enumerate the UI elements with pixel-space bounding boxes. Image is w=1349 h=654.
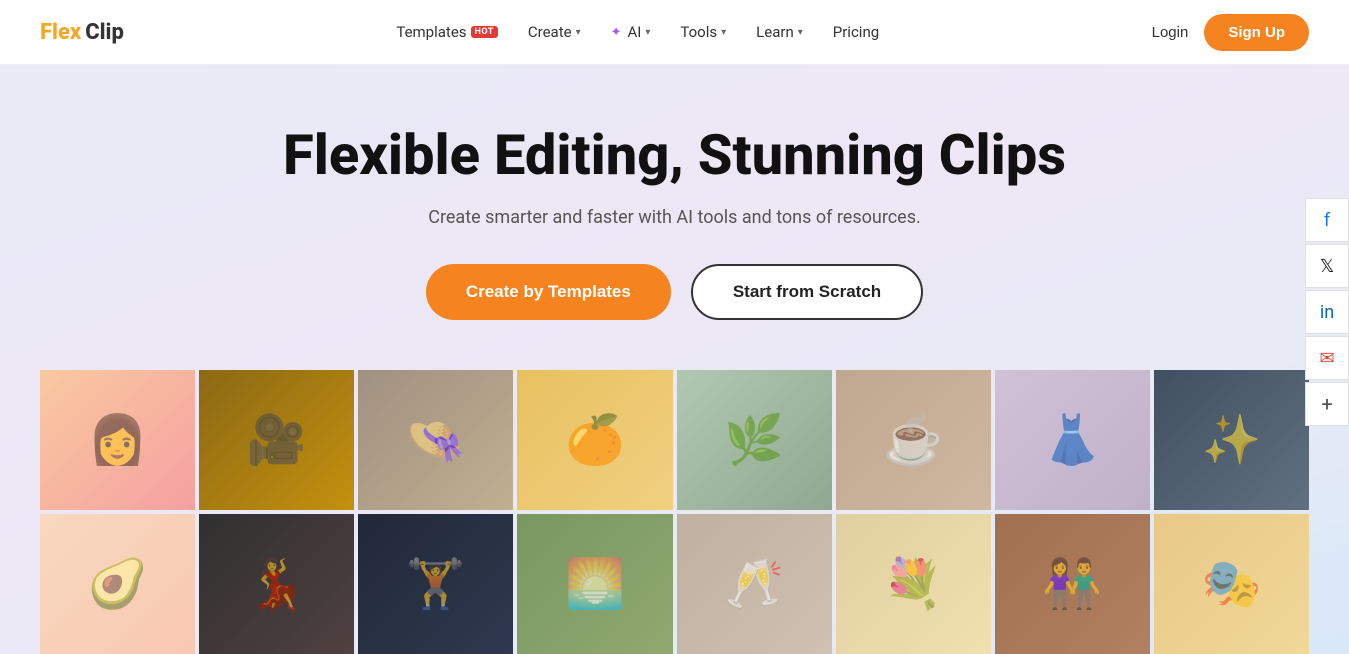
video-cell: 🥑 bbox=[40, 514, 195, 654]
video-thumbnail: 👗 bbox=[995, 370, 1150, 510]
video-thumbnail: ✨ bbox=[1154, 370, 1309, 510]
twitter-share-button[interactable]: 𝕏 bbox=[1305, 244, 1349, 288]
nav-tools[interactable]: Tools ▾ bbox=[680, 23, 726, 41]
video-thumbnail: 🥑 bbox=[40, 514, 195, 654]
video-cell: 🌿 bbox=[677, 370, 832, 510]
logo[interactable]: FlexClip bbox=[40, 20, 124, 45]
video-cell: 🥂 bbox=[677, 514, 832, 654]
ai-star-icon: ✦ bbox=[611, 25, 622, 40]
video-thumbnail: 🎥 bbox=[199, 370, 354, 510]
video-cell: 💃 bbox=[199, 514, 354, 654]
email-share-button[interactable]: ✉ bbox=[1305, 336, 1349, 380]
video-thumbnail: 🍊 bbox=[517, 370, 672, 510]
video-cell: 👩 bbox=[40, 370, 195, 510]
navbar: FlexClip Templates HOT Create ▾ ✦ AI ▾ T… bbox=[0, 0, 1349, 65]
plus-icon: + bbox=[1321, 392, 1332, 416]
video-thumbnail: 🏋️ bbox=[358, 514, 513, 654]
video-thumbnail: 🥂 bbox=[677, 514, 832, 654]
video-thumbnail: 👒 bbox=[358, 370, 513, 510]
logo-clip: Clip bbox=[85, 20, 124, 45]
nav-ai[interactable]: ✦ AI ▾ bbox=[611, 23, 651, 41]
hero-title: Flexible Editing, Stunning Clips bbox=[225, 125, 1125, 187]
video-cell: 👫 bbox=[995, 514, 1150, 654]
social-sidebar: f 𝕏 in ✉ + bbox=[1305, 198, 1349, 426]
video-thumbnail: 🎭 bbox=[1154, 514, 1309, 654]
facebook-share-button[interactable]: f bbox=[1305, 198, 1349, 242]
email-icon: ✉ bbox=[1319, 348, 1334, 369]
hero-section: Flexible Editing, Stunning Clips Create … bbox=[0, 65, 1349, 654]
nav-tools-label: Tools bbox=[680, 23, 717, 41]
nav-learn[interactable]: Learn ▾ bbox=[756, 23, 803, 41]
video-cell: 🎥 bbox=[199, 370, 354, 510]
nav-ai-label: AI bbox=[628, 23, 642, 41]
nav-create[interactable]: Create ▾ bbox=[528, 23, 581, 41]
logo-flex: Flex bbox=[40, 20, 81, 45]
nav-learn-label: Learn bbox=[756, 23, 794, 41]
video-grid-wrapper: 👩 🎥 👒 🍊 🌿 ☕ 👗 ✨ 🥑 💃 🏋️ 🌅 🥂 💐 👫 🎭 bbox=[40, 370, 1309, 654]
linkedin-share-button[interactable]: in bbox=[1305, 290, 1349, 334]
video-cell: 🌅 bbox=[517, 514, 672, 654]
hot-badge: HOT bbox=[471, 26, 498, 38]
video-thumbnail: 🌅 bbox=[517, 514, 672, 654]
nav-templates[interactable]: Templates HOT bbox=[396, 23, 498, 41]
video-cell: 👗 bbox=[995, 370, 1150, 510]
video-cell: 🏋️ bbox=[358, 514, 513, 654]
video-thumbnail: ☕ bbox=[836, 370, 991, 510]
video-cell: 🎭 bbox=[1154, 514, 1309, 654]
facebook-icon: f bbox=[1324, 210, 1330, 231]
hero-buttons: Create by Templates Start from Scratch bbox=[40, 264, 1309, 320]
nav-create-label: Create bbox=[528, 23, 572, 41]
video-cell: 🍊 bbox=[517, 370, 672, 510]
nav-links: Templates HOT Create ▾ ✦ AI ▾ Tools ▾ Le… bbox=[396, 23, 879, 41]
video-thumbnail: 👩 bbox=[40, 370, 195, 510]
chevron-down-icon: ▾ bbox=[576, 27, 581, 38]
hero-subtitle: Create smarter and faster with AI tools … bbox=[40, 207, 1309, 228]
more-share-button[interactable]: + bbox=[1305, 382, 1349, 426]
video-thumbnail: 👫 bbox=[995, 514, 1150, 654]
video-cell: ✨ bbox=[1154, 370, 1309, 510]
nav-pricing[interactable]: Pricing bbox=[833, 23, 879, 41]
linkedin-icon: in bbox=[1320, 302, 1334, 323]
chevron-down-icon-tools: ▾ bbox=[721, 27, 726, 38]
nav-actions: Login Sign Up bbox=[1152, 14, 1309, 51]
chevron-down-icon-ai: ▾ bbox=[645, 27, 650, 38]
twitter-icon: 𝕏 bbox=[1320, 256, 1335, 277]
signup-button[interactable]: Sign Up bbox=[1204, 14, 1309, 51]
video-thumbnail: 💃 bbox=[199, 514, 354, 654]
video-cell: 👒 bbox=[358, 370, 513, 510]
start-scratch-button[interactable]: Start from Scratch bbox=[691, 264, 923, 320]
video-cell: ☕ bbox=[836, 370, 991, 510]
video-thumbnail: 💐 bbox=[836, 514, 991, 654]
nav-templates-label: Templates bbox=[396, 23, 466, 41]
create-templates-button[interactable]: Create by Templates bbox=[426, 264, 671, 320]
nav-pricing-label: Pricing bbox=[833, 23, 879, 41]
login-button[interactable]: Login bbox=[1152, 24, 1189, 41]
chevron-down-icon-learn: ▾ bbox=[798, 27, 803, 38]
video-thumbnail: 🌿 bbox=[677, 370, 832, 510]
video-grid: 👩 🎥 👒 🍊 🌿 ☕ 👗 ✨ 🥑 💃 🏋️ 🌅 🥂 💐 👫 🎭 bbox=[40, 370, 1309, 654]
video-cell: 💐 bbox=[836, 514, 991, 654]
